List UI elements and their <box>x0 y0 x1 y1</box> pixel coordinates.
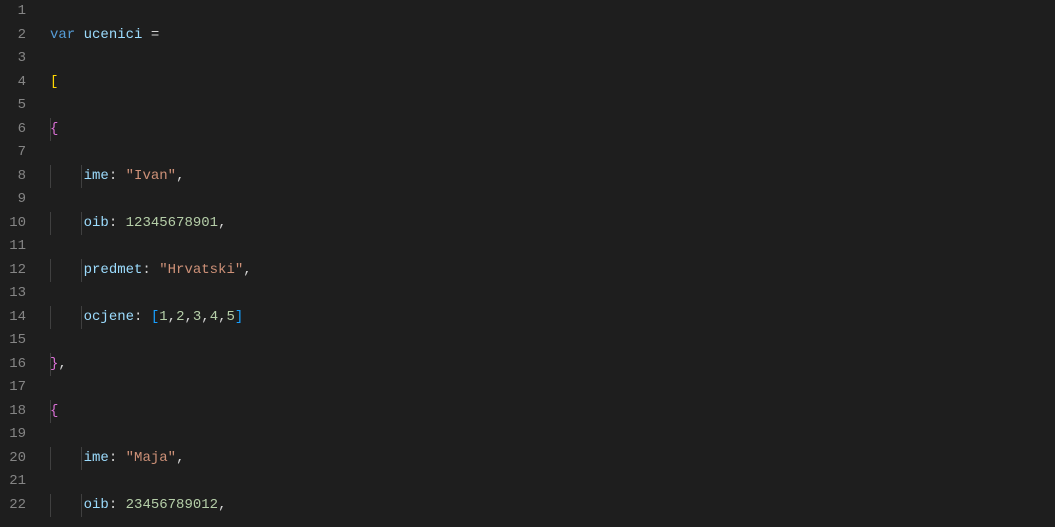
line-number: 5 <box>0 94 26 118</box>
string: "Hrvatski" <box>159 262 243 278</box>
property: oib <box>84 215 109 231</box>
line-number: 15 <box>0 329 26 353</box>
string: "Maja" <box>126 450 176 466</box>
variable: ucenici <box>84 27 143 43</box>
code-line[interactable]: oib: 12345678901, <box>50 212 1055 236</box>
line-number: 10 <box>0 212 26 236</box>
line-number: 3 <box>0 47 26 71</box>
code-line[interactable]: { <box>50 400 1055 424</box>
code-line[interactable]: }, <box>50 353 1055 377</box>
code-line[interactable]: ime: "Ivan", <box>50 165 1055 189</box>
line-number: 9 <box>0 188 26 212</box>
code-line[interactable]: oib: 23456789012, <box>50 494 1055 518</box>
number: 23456789012 <box>126 497 218 513</box>
line-number: 8 <box>0 165 26 189</box>
number: 4 <box>210 309 218 325</box>
code-line[interactable]: ocjene: [1,2,3,4,5] <box>50 306 1055 330</box>
property: ocjene <box>84 309 134 325</box>
number: 1 <box>159 309 167 325</box>
bracket: [ <box>151 309 159 325</box>
bracket: { <box>50 121 58 137</box>
code-line[interactable]: var ucenici = <box>50 24 1055 48</box>
property: predmet <box>84 262 143 278</box>
line-number: 6 <box>0 118 26 142</box>
code-line[interactable]: { <box>50 118 1055 142</box>
line-number: 12 <box>0 259 26 283</box>
line-number: 1 <box>0 0 26 24</box>
code-line[interactable]: ime: "Maja", <box>50 447 1055 471</box>
line-number: 17 <box>0 376 26 400</box>
operator: = <box>151 27 159 43</box>
property: oib <box>84 497 109 513</box>
line-number: 18 <box>0 400 26 424</box>
line-number-gutter: 1 2 3 4 5 6 7 8 9 10 11 12 13 14 15 16 1… <box>0 0 42 527</box>
line-number: 14 <box>0 306 26 330</box>
line-number: 16 <box>0 353 26 377</box>
line-number: 22 <box>0 494 26 518</box>
line-number: 21 <box>0 470 26 494</box>
number: 5 <box>227 309 235 325</box>
line-number: 13 <box>0 282 26 306</box>
code-line[interactable]: [ <box>50 71 1055 95</box>
line-number: 19 <box>0 423 26 447</box>
string: "Ivan" <box>126 168 176 184</box>
number: 12345678901 <box>126 215 218 231</box>
property: ime <box>84 450 109 466</box>
bracket: [ <box>50 74 58 90</box>
line-number: 2 <box>0 24 26 48</box>
line-number: 4 <box>0 71 26 95</box>
bracket: { <box>50 403 58 419</box>
line-number: 20 <box>0 447 26 471</box>
line-number: 11 <box>0 235 26 259</box>
bracket: ] <box>235 309 243 325</box>
code-editor[interactable]: var ucenici = [ { ime: "Ivan", oib: 1234… <box>42 0 1055 527</box>
line-number: 7 <box>0 141 26 165</box>
code-line[interactable]: predmet: "Hrvatski", <box>50 259 1055 283</box>
keyword: var <box>50 27 75 43</box>
property: ime <box>84 168 109 184</box>
